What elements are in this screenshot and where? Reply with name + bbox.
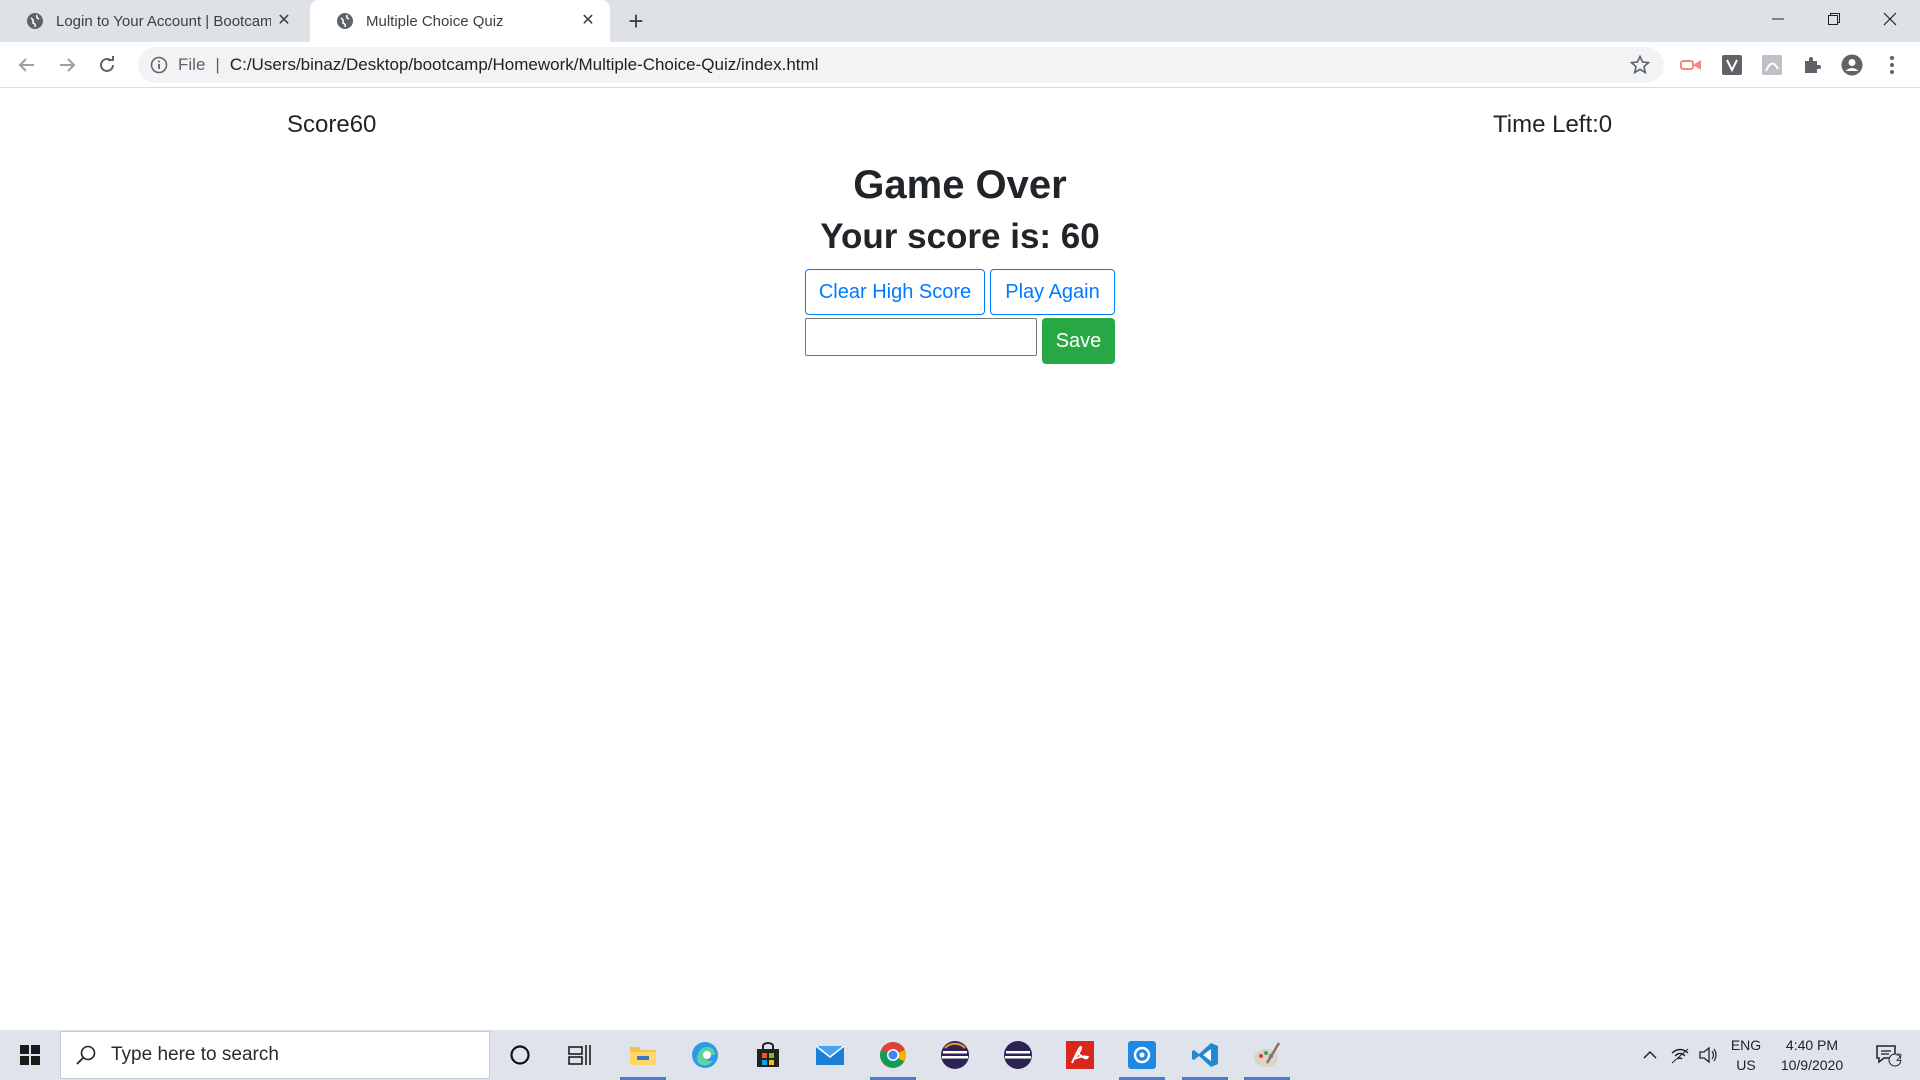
language-code: ENG [1730, 1037, 1762, 1053]
eclipse-ide-icon[interactable] [993, 1035, 1043, 1075]
tab-title: Login to Your Account | Bootcamp Spot [56, 12, 271, 30]
initials-input[interactable] [805, 318, 1037, 356]
address-separator: | [215, 55, 220, 74]
play-again-button[interactable]: Play Again [990, 269, 1115, 315]
mail-icon[interactable] [805, 1035, 855, 1075]
notification-count: 2 [1896, 1052, 1903, 1064]
windows-logo-icon [20, 1045, 40, 1065]
globe-icon [27, 13, 43, 29]
language-region: US [1736, 1057, 1756, 1073]
tray-chevron-up-icon[interactable] [1640, 1030, 1660, 1080]
paint-icon[interactable] [1242, 1035, 1292, 1080]
language-indicator[interactable]: ENG US [1726, 1030, 1766, 1080]
time-left-display: Time Left:0 [1493, 111, 1613, 138]
task-view-icon[interactable] [555, 1035, 605, 1075]
cortana-icon[interactable] [495, 1035, 545, 1075]
browser-tab-strip: Login to Your Account | Bootcamp Spot ✕ … [0, 0, 1920, 42]
page-content: Score60 Time Left:0 Game Over Your score… [0, 89, 1920, 1030]
edge-browser-icon[interactable] [680, 1035, 730, 1075]
restore-button[interactable] [1806, 0, 1862, 38]
search-placeholder: Type here to search [111, 1044, 279, 1065]
new-tab-button[interactable]: + [624, 8, 648, 34]
minimize-button[interactable] [1750, 0, 1806, 38]
final-score-heading: Your score is: 60 [820, 217, 1100, 256]
puzzle-icon[interactable] [1801, 54, 1823, 76]
forward-button[interactable] [54, 52, 80, 78]
globe-icon [337, 13, 353, 29]
browser-toolbar: File | C:/Users/binaz/Desktop/bootcamp/H… [0, 42, 1920, 88]
search-icon [76, 1045, 96, 1065]
clear-high-score-button[interactable]: Clear High Score [805, 269, 985, 315]
arrow-left-icon [18, 58, 34, 72]
tab-login[interactable]: Login to Your Account | Bootcamp Spot ✕ [0, 0, 306, 42]
save-button[interactable]: Save [1042, 318, 1115, 364]
app-blue-icon[interactable] [1117, 1035, 1167, 1080]
reload-icon [100, 56, 114, 72]
extension-pdf-icon[interactable] [1761, 54, 1783, 76]
volume-icon[interactable] [1696, 1030, 1720, 1080]
address-url[interactable]: C:/Users/binaz/Desktop/bootcamp/Homework… [230, 55, 819, 75]
chrome-icon[interactable] [868, 1035, 918, 1080]
close-icon[interactable]: ✕ [580, 13, 596, 29]
score-display: Score60 [287, 111, 377, 138]
tab-title: Multiple Choice Quiz [366, 12, 504, 30]
acrobat-icon[interactable] [1055, 1035, 1105, 1075]
taskbar-search-box[interactable]: Type here to search [60, 1031, 490, 1079]
vscode-icon[interactable] [1180, 1035, 1230, 1080]
close-icon [1883, 12, 1897, 26]
notifications-button[interactable]: 2 [1866, 1030, 1910, 1080]
extension-recorder-icon[interactable] [1680, 54, 1702, 76]
network-icon[interactable] [1668, 1030, 1692, 1080]
extension-v-icon[interactable] [1721, 54, 1743, 76]
arrow-right-icon [60, 58, 76, 72]
info-icon[interactable] [150, 56, 168, 74]
address-scheme: File [178, 55, 206, 74]
close-window-button[interactable] [1862, 0, 1918, 38]
reload-button[interactable] [94, 52, 120, 78]
profile-avatar-icon[interactable] [1841, 54, 1863, 76]
menu-kebab-icon[interactable] [1881, 54, 1903, 76]
restore-icon [1828, 13, 1840, 25]
address-bar[interactable]: File | C:/Users/binaz/Desktop/bootcamp/H… [138, 47, 1664, 83]
game-over-title: Game Over [853, 163, 1067, 207]
tab-multiple-choice-quiz[interactable]: Multiple Choice Quiz ✕ [310, 0, 610, 42]
clock-date: 10/9/2020 [1780, 1057, 1844, 1073]
file-explorer-icon[interactable] [618, 1035, 668, 1080]
back-button[interactable] [14, 52, 40, 78]
close-icon[interactable]: ✕ [276, 13, 292, 29]
eclipse-icon[interactable] [930, 1035, 980, 1075]
minimize-icon [1772, 18, 1784, 20]
store-icon[interactable] [743, 1035, 793, 1075]
start-button[interactable] [0, 1030, 60, 1080]
windows-taskbar: Type here to search ENG US 4:40 PM 10/9/… [0, 1030, 1920, 1080]
clock[interactable]: 4:40 PM 10/9/2020 [1770, 1030, 1854, 1080]
star-icon[interactable] [1630, 55, 1650, 75]
clock-time: 4:40 PM [1785, 1037, 1839, 1053]
